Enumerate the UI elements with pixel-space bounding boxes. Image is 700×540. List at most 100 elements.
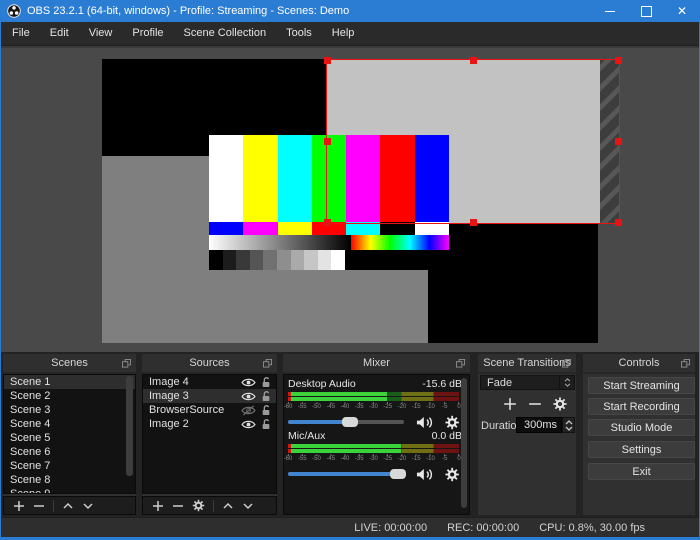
menu-edit[interactable]: Edit bbox=[40, 22, 79, 45]
exit-button[interactable]: Exit bbox=[588, 463, 695, 480]
remove-scene-button[interactable] bbox=[33, 500, 45, 512]
volume-slider[interactable] bbox=[288, 469, 406, 479]
menu-file[interactable]: File bbox=[2, 22, 40, 45]
dock-icon[interactable] bbox=[263, 359, 272, 368]
selection-handle-mid-left[interactable] bbox=[324, 138, 331, 145]
selection-handle-mid-right[interactable] bbox=[615, 138, 622, 145]
scene-list-item[interactable]: Scene 4 bbox=[4, 417, 135, 431]
channel-level-db: -15.6 dB bbox=[422, 378, 462, 390]
remove-transition-button[interactable] bbox=[528, 397, 542, 411]
minimize-button[interactable] bbox=[592, 0, 628, 22]
selection-handle-bottom-center[interactable] bbox=[469, 219, 477, 226]
dock-icon[interactable] bbox=[122, 359, 131, 368]
mixer-channel-mic-aux: Mic/Aux 0.0 dB -60 -55 -50 -45 -40 -35 -30 -25-… bbox=[284, 429, 462, 482]
unlock-icon[interactable] bbox=[261, 390, 271, 402]
duration-input[interactable]: 300ms bbox=[516, 417, 562, 433]
source-list-item[interactable]: Image 2 bbox=[143, 417, 276, 431]
dock-icon[interactable] bbox=[681, 359, 690, 368]
menu-help[interactable]: Help bbox=[322, 22, 365, 45]
visibility-eye-icon[interactable] bbox=[241, 419, 256, 430]
channel-settings-gear-icon[interactable] bbox=[445, 415, 459, 430]
dock-icon[interactable] bbox=[456, 359, 465, 368]
remove-source-button[interactable] bbox=[172, 500, 184, 512]
studio-mode-button[interactable]: Studio Mode bbox=[588, 419, 695, 436]
transition-properties-gear-icon[interactable] bbox=[553, 397, 567, 411]
mixer-panel: Mixer Desktop Audio -15.6 dB -60 -55 -50 -4… bbox=[283, 354, 470, 515]
transition-select[interactable]: Fade bbox=[480, 375, 575, 390]
selection-handle-top-left[interactable] bbox=[324, 57, 331, 64]
toolbar-separator bbox=[213, 499, 214, 512]
scenes-toolbar bbox=[3, 496, 136, 515]
live-time: LIVE: 00:00:00 bbox=[354, 521, 428, 534]
scene-list-item[interactable]: Scene 8 bbox=[4, 473, 135, 487]
mixer-scrollbar[interactable] bbox=[461, 378, 467, 508]
mixer-header: Mixer bbox=[283, 354, 470, 374]
settings-button[interactable]: Settings bbox=[588, 441, 695, 458]
scenes-list: Scene 1 Scene 2 Scene 3 Scene 4 Scene 5 … bbox=[3, 374, 136, 494]
scenes-scrollbar[interactable] bbox=[126, 376, 133, 476]
window-title: OBS 23.2.1 (64-bit, windows) - Profile: … bbox=[27, 5, 350, 17]
selection-outline bbox=[324, 57, 622, 226]
obs-window: OBS 23.2.1 (64-bit, windows) - Profile: … bbox=[0, 0, 700, 540]
meter-peak-indicator bbox=[288, 444, 291, 448]
move-scene-up-button[interactable] bbox=[62, 500, 74, 512]
speaker-icon[interactable] bbox=[416, 467, 434, 482]
move-source-down-button[interactable] bbox=[242, 500, 254, 512]
source-list-item[interactable]: Image 4 bbox=[143, 375, 276, 389]
scene-list-item[interactable]: Scene 7 bbox=[4, 459, 135, 473]
meter-scale-labels: -60 -55 -50 -45 -40 -35 -30 -25 -20 -15 -10 -5 0 bbox=[283, 404, 461, 410]
source-black-rect-bottom[interactable] bbox=[428, 224, 598, 343]
source-list-item[interactable]: BrowserSource bbox=[143, 403, 276, 417]
chevron-down-icon bbox=[565, 426, 572, 431]
start-streaming-button[interactable]: Start Streaming bbox=[588, 377, 695, 394]
close-button[interactable]: ✕ bbox=[664, 0, 700, 22]
add-source-button[interactable] bbox=[152, 500, 164, 512]
transition-select-spinner[interactable] bbox=[559, 376, 574, 389]
selection-handle-top-right[interactable] bbox=[615, 57, 622, 64]
unlock-icon[interactable] bbox=[261, 376, 271, 388]
source-properties-gear-icon[interactable] bbox=[192, 499, 205, 512]
volume-slider[interactable] bbox=[288, 417, 404, 427]
menu-view[interactable]: View bbox=[79, 22, 123, 45]
meter-peak-indicator bbox=[288, 449, 291, 453]
source-list-item[interactable]: Image 3 bbox=[143, 389, 276, 403]
channel-name: Mic/Aux bbox=[288, 430, 326, 442]
start-recording-button[interactable]: Start Recording bbox=[588, 398, 695, 415]
volume-slider-handle[interactable] bbox=[342, 417, 359, 427]
speaker-icon[interactable] bbox=[416, 415, 434, 430]
duration-spinner[interactable] bbox=[562, 417, 575, 433]
visibility-eye-icon[interactable] bbox=[241, 391, 256, 402]
maximize-button[interactable] bbox=[628, 0, 664, 22]
channel-settings-gear-icon[interactable] bbox=[445, 467, 459, 482]
move-source-up-button[interactable] bbox=[222, 500, 234, 512]
add-transition-button[interactable] bbox=[503, 397, 517, 411]
scenes-title: Scenes bbox=[51, 357, 88, 369]
scene-list-item[interactable]: Scene 9 bbox=[4, 487, 135, 493]
chevron-down-icon bbox=[564, 383, 570, 387]
transition-selected-value: Fade bbox=[487, 376, 513, 389]
scene-list-item[interactable]: Scene 1 bbox=[4, 375, 135, 389]
preview-canvas[interactable] bbox=[1, 46, 699, 352]
dock-icon[interactable] bbox=[562, 359, 571, 368]
volume-slider-handle[interactable] bbox=[389, 469, 406, 479]
visibility-eye-icon[interactable] bbox=[241, 377, 256, 388]
menu-tools[interactable]: Tools bbox=[276, 22, 322, 45]
scene-list-item[interactable]: Scene 6 bbox=[4, 445, 135, 459]
scene-list-item[interactable]: Scene 2 bbox=[4, 389, 135, 403]
selection-handle-bottom-left[interactable] bbox=[324, 219, 331, 226]
visibility-eye-off-icon[interactable] bbox=[241, 404, 256, 416]
menu-scene-collection[interactable]: Scene Collection bbox=[174, 22, 277, 45]
scenes-panel: Scenes Scene 1 Scene 2 Scene 3 Scene 4 S… bbox=[3, 354, 136, 515]
controls-header: Controls bbox=[583, 354, 695, 374]
menu-profile[interactable]: Profile bbox=[122, 22, 173, 45]
scene-list-item[interactable]: Scene 5 bbox=[4, 431, 135, 445]
unlock-icon[interactable] bbox=[261, 418, 271, 430]
selection-handle-top-center[interactable] bbox=[469, 57, 477, 64]
move-scene-down-button[interactable] bbox=[82, 500, 94, 512]
add-scene-button[interactable] bbox=[13, 500, 25, 512]
title-bar: OBS 23.2.1 (64-bit, windows) - Profile: … bbox=[0, 0, 700, 22]
scene-list-item[interactable]: Scene 3 bbox=[4, 403, 135, 417]
unlock-icon[interactable] bbox=[261, 404, 271, 416]
duration-value: 300ms bbox=[524, 419, 558, 431]
selection-handle-bottom-right[interactable] bbox=[615, 219, 622, 226]
